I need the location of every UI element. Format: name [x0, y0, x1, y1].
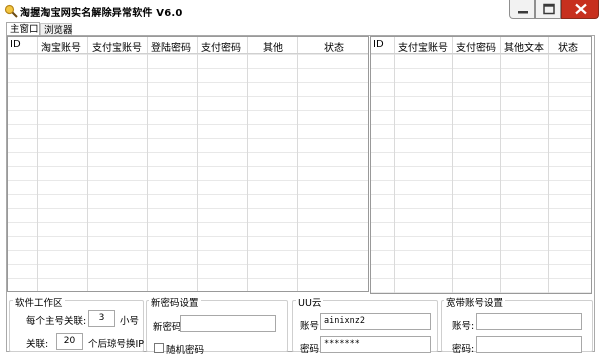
column-header[interactable]: 其他文本 [504, 39, 544, 54]
new-password-group: 新密码设置 新密码: 随机密码 [146, 295, 288, 355]
col-divider [38, 54, 88, 291]
col-divider [198, 54, 248, 291]
group-title: 软件工作区 [13, 295, 65, 309]
col-divider [8, 54, 38, 291]
broadband-group: 宽带账号设置 账号: 密码: [441, 295, 593, 355]
link-label: 关联: [26, 339, 49, 350]
column-header[interactable]: 支付宝账号 [92, 39, 142, 54]
minimize-icon [518, 11, 528, 14]
group-title: UU云 [296, 295, 324, 309]
random-password-checkbox[interactable] [154, 343, 164, 353]
col-divider [88, 54, 148, 291]
uu-cloud-group: UU云 账号: ainixnz2 密码: ******* [292, 295, 438, 355]
col-divider [248, 54, 298, 291]
column-header[interactable]: 状态 [324, 39, 344, 54]
close-icon [575, 3, 587, 15]
column-header[interactable]: 其他 [263, 39, 283, 54]
minimize-button[interactable] [509, 0, 535, 19]
column-header[interactable]: ID [10, 39, 21, 50]
group-title: 宽带账号设置 [444, 295, 506, 309]
per-account-label: 每个主号关联: [26, 316, 87, 327]
alipay-table[interactable]: ID 支付宝账号 支付密码 其他文本 状态 [370, 36, 592, 294]
app-search-icon [4, 4, 18, 18]
column-header[interactable]: ID [373, 39, 384, 50]
uu-password-input[interactable]: ******* [320, 336, 431, 353]
column-header[interactable]: 支付密码 [201, 39, 241, 54]
accounts-table[interactable]: ID 淘宝账号 支付宝账号 登陆密码 支付密码 其他 状态 [7, 36, 369, 292]
software-work-group: 软件工作区 每个主号关联: 3 小号 关联: 20 个后琼号换IP [9, 295, 145, 352]
uu-account-input[interactable]: ainixnz2 [320, 313, 431, 330]
col-divider [371, 54, 395, 293]
column-header[interactable]: 登陆密码 [151, 39, 191, 54]
broadband-password-label: 密码: [452, 344, 475, 355]
title-bar: 淘握淘宝网实名解除异常软件 V6.0 [0, 0, 600, 22]
col-divider [148, 54, 198, 291]
group-title: 新密码设置 [149, 295, 201, 309]
maximize-icon [543, 3, 555, 15]
column-header[interactable]: 支付密码 [456, 39, 496, 54]
uu-password-label: 密码: [300, 344, 323, 355]
column-header[interactable]: 淘宝账号 [41, 39, 81, 54]
per-account-unit: 小号 [120, 316, 140, 327]
close-button[interactable] [561, 0, 599, 19]
link-unit: 个后琼号换IP [88, 339, 145, 350]
column-header[interactable]: 状态 [558, 39, 578, 54]
col-divider [453, 54, 501, 293]
tab-main-window[interactable]: 主窗口 [6, 22, 40, 36]
broadband-password-input[interactable] [476, 336, 582, 353]
alipay-table-header: ID 支付宝账号 支付密码 其他文本 状态 [371, 37, 591, 54]
new-password-input[interactable] [180, 315, 276, 332]
maximize-button[interactable] [535, 0, 561, 19]
col-divider [501, 54, 549, 293]
column-header[interactable]: 支付宝账号 [398, 39, 448, 54]
per-account-input[interactable]: 3 [88, 310, 115, 327]
accounts-table-header: ID 淘宝账号 支付宝账号 登陆密码 支付密码 其他 状态 [8, 37, 368, 54]
window-title: 淘握淘宝网实名解除异常软件 V6.0 [20, 8, 183, 19]
broadband-account-label: 账号: [452, 321, 475, 332]
link-count-input[interactable]: 20 [56, 333, 83, 350]
col-divider [395, 54, 453, 293]
random-password-label: 随机密码 [166, 345, 205, 355]
broadband-account-input[interactable] [476, 313, 582, 330]
uu-account-label: 账号: [300, 321, 323, 332]
